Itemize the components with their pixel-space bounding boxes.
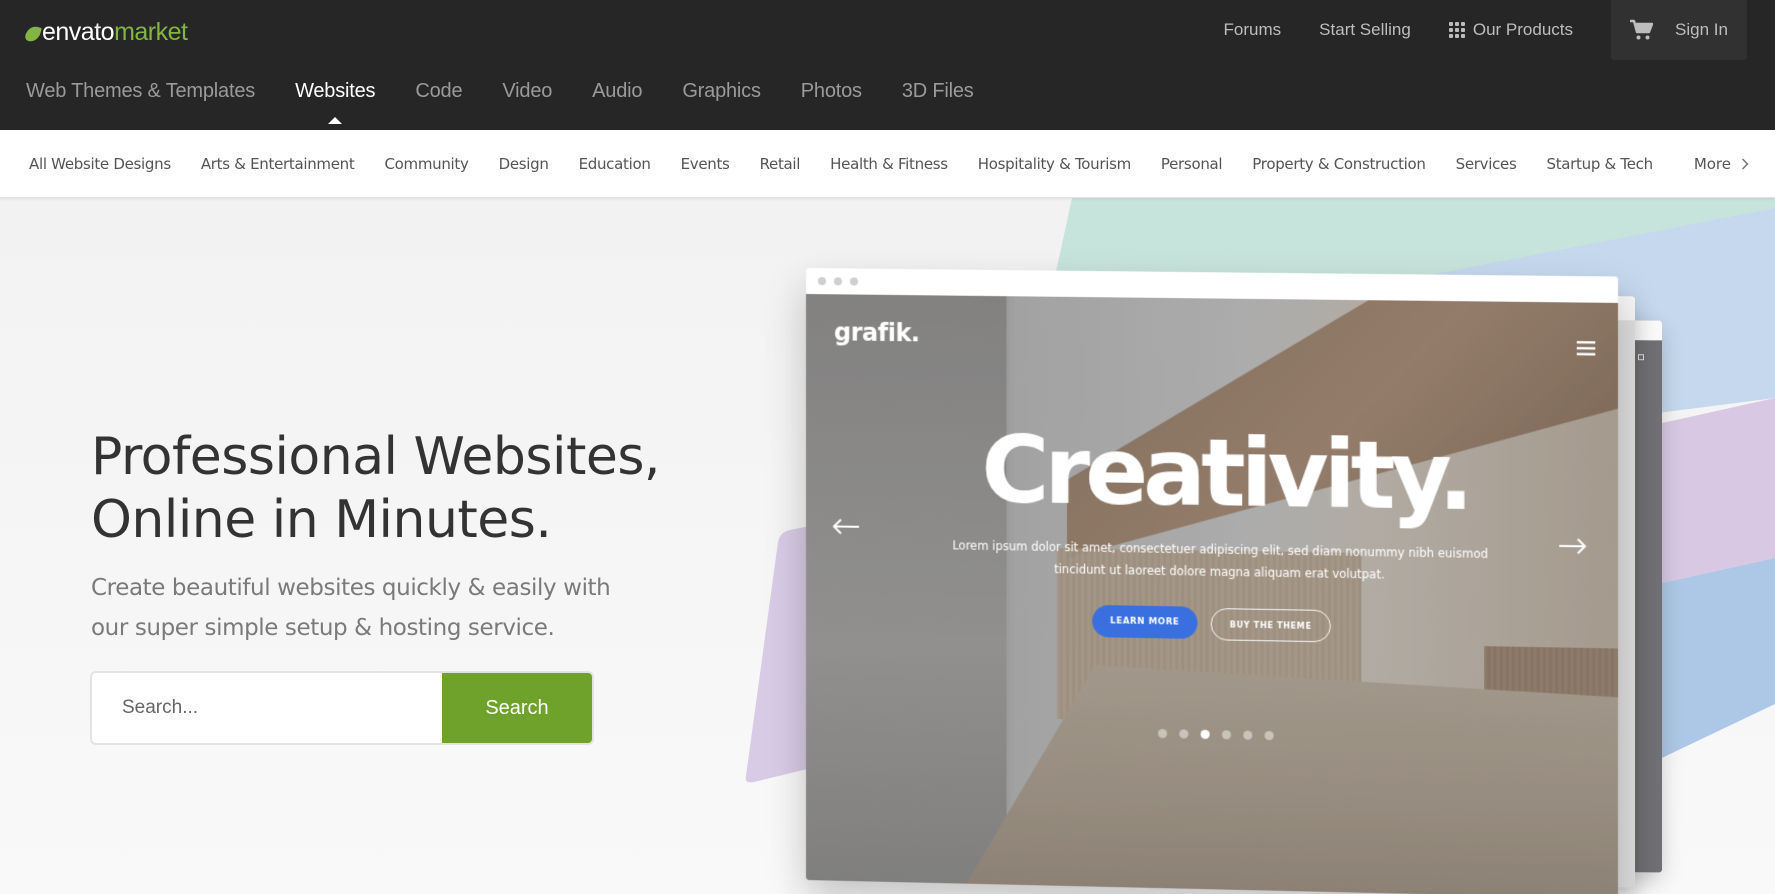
envato-market-logo[interactable]: envato market	[24, 14, 188, 50]
theme-buy-button: BUY THE THEME	[1210, 607, 1331, 643]
nav-graphics[interactable]: Graphics	[682, 80, 761, 103]
leaf-icon	[24, 24, 42, 44]
slider-dot	[1264, 731, 1274, 741]
slider-dot	[1179, 729, 1189, 739]
subnav-property-construction[interactable]: Property & Construction	[1252, 155, 1426, 173]
nav-photos[interactable]: Photos	[801, 80, 862, 103]
slider-dot	[1221, 730, 1232, 740]
slider-dot	[1243, 730, 1253, 740]
hero-title-line-1: Professional Websites,	[91, 427, 660, 487]
nav-3d-files[interactable]: 3D Files	[902, 80, 974, 103]
subnav-community[interactable]: Community	[384, 155, 468, 173]
subnav-more-button[interactable]: More	[1694, 130, 1749, 198]
start-selling-link[interactable]: Start Selling	[1319, 20, 1411, 40]
subnav-all-website-designs[interactable]: All Website Designs	[29, 155, 171, 173]
nav-web-themes-templates[interactable]: Web Themes & Templates	[26, 80, 255, 103]
hero-subtitle: Create beautiful websites quickly & easi…	[91, 568, 651, 648]
subnav-startup-tech[interactable]: Startup & Tech	[1546, 155, 1653, 173]
more-label: More	[1693, 155, 1731, 173]
nav-websites[interactable]: Websites	[295, 80, 376, 124]
subnav-education[interactable]: Education	[579, 155, 651, 173]
slide-overlay	[806, 294, 1618, 894]
subnav-events[interactable]: Events	[681, 155, 730, 173]
subnav-health-fitness[interactable]: Health & Fitness	[830, 155, 948, 173]
subnav-design[interactable]: Design	[499, 155, 549, 173]
grid-icon	[1448, 22, 1465, 38]
category-nav: Web Themes & Templates Websites Code Vid…	[26, 80, 1014, 124]
nav-code[interactable]: Code	[415, 80, 462, 103]
search-input[interactable]	[92, 673, 442, 743]
nav-video[interactable]: Video	[502, 80, 552, 103]
hero-subtitle-line-2: our super simple setup & hosting service…	[91, 615, 555, 641]
site-header: envato market Forums Start Selling Our P…	[0, 0, 1775, 130]
forums-link[interactable]: Forums	[1224, 20, 1282, 40]
utility-nav: Forums Start Selling Our Products Sign I…	[1224, 0, 1775, 60]
window-dot-icon	[833, 277, 842, 286]
window-dot-icon	[817, 277, 826, 286]
subnav-personal[interactable]: Personal	[1161, 155, 1223, 173]
hamburger-menu-icon	[1576, 341, 1596, 356]
subnav-services[interactable]: Services	[1456, 155, 1517, 173]
nav-audio[interactable]: Audio	[592, 80, 642, 103]
small-image-icon	[1638, 354, 1644, 361]
hero-title: Professional Websites, Online in Minutes…	[91, 426, 711, 552]
subnav-arts-entertainment[interactable]: Arts & Entertainment	[201, 155, 355, 173]
theme-site-logo: grafik.	[833, 318, 920, 348]
hero-title-line-2: Online in Minutes.	[91, 490, 552, 550]
our-products-link[interactable]: Our Products	[1448, 20, 1573, 40]
theme-body-text: Lorem ipsum dolor sit amet, consectetuer…	[946, 534, 1494, 587]
chevron-right-icon	[1741, 158, 1749, 170]
cart-icon	[1630, 19, 1653, 40]
logo-envato-text: envato	[42, 17, 115, 46]
arrow-right-icon	[1558, 538, 1587, 555]
subnav-retail[interactable]: Retail	[760, 155, 801, 173]
our-products-label: Our Products	[1472, 20, 1573, 39]
browser-mockup: grafik. Creativity. Lorem ipsum dolor si…	[806, 268, 1618, 894]
slider-dot	[1200, 729, 1210, 740]
subnav-hospitality-tourism[interactable]: Hospitality & Tourism	[978, 155, 1131, 173]
hero-section: Professional Websites, Online in Minutes…	[0, 198, 1775, 894]
theme-learn-more-button: LEARN MORE	[1092, 604, 1198, 639]
slider-dot	[1158, 728, 1168, 739]
arrow-left-icon	[832, 518, 859, 534]
theme-headline: Creativity.	[981, 416, 1469, 532]
search-form: Search	[92, 673, 592, 743]
search-button[interactable]: Search	[442, 673, 592, 743]
hero-subtitle-line-1: Create beautiful websites quickly & easi…	[91, 575, 611, 601]
theme-preview-slide: grafik. Creativity. Lorem ipsum dolor si…	[806, 294, 1618, 894]
logo-market-text: market	[114, 17, 188, 46]
sign-in-button[interactable]: Sign In	[1611, 0, 1747, 60]
website-subcategory-nav: All Website Designs Arts & Entertainment…	[0, 130, 1775, 198]
window-dot-icon	[849, 277, 858, 286]
sign-in-label: Sign In	[1675, 20, 1728, 39]
